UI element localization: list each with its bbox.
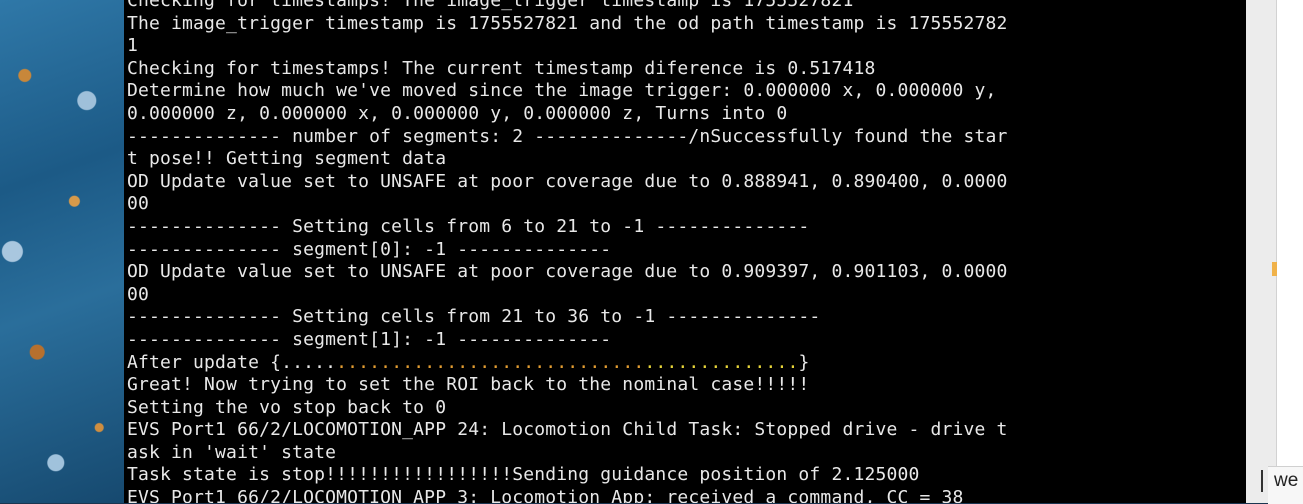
adjacent-window-accent: [1272, 262, 1277, 276]
adjacent-window-partial-text: we: [1274, 470, 1299, 491]
terminal-line: 00: [127, 283, 150, 305]
terminal-line: Great! Now trying to set the ROI back to…: [127, 374, 810, 396]
text-caret: [1261, 470, 1263, 492]
after-update-line: After update {..........................…: [127, 352, 809, 373]
terminal-line: -------------- number of segments: 2 ---…: [127, 125, 1008, 147]
adjacent-window-content: [1276, 0, 1303, 466]
progress-dots-orange: ............................: [336, 351, 645, 373]
terminal-line: 00: [127, 193, 150, 215]
progress-dots-white: .....: [281, 351, 337, 373]
after-update-suffix: }: [798, 351, 810, 373]
desktop-wallpaper: [0, 0, 124, 503]
terminal-line: 1: [127, 35, 139, 57]
terminal-line: The image_trigger timestamp is 175552782…: [127, 12, 1008, 34]
terminal-output: Checking for timestamps! The image_trigg…: [124, 0, 1246, 503]
terminal-line: Determine how much we've moved since the…: [127, 80, 997, 102]
terminal-line: 0.000000 z, 0.000000 x, 0.000000 y, 0.00…: [127, 102, 788, 124]
terminal-window[interactable]: Checking for timestamps! The image_trigg…: [124, 0, 1246, 503]
terminal-line: -------------- segment[0]: -1 ----------…: [127, 238, 612, 260]
terminal-line: ask in 'wait' state: [127, 441, 337, 463]
terminal-line: Checking for timestamps! The current tim…: [127, 57, 876, 79]
after-update-prefix: After update {: [127, 351, 282, 373]
terminal-line: -------------- Setting cells from 6 to 2…: [127, 215, 810, 237]
progress-dots-yellow: ..............: [644, 351, 799, 373]
terminal-line: -------------- segment[1]: -1 ----------…: [127, 328, 612, 350]
terminal-line: t pose!! Getting segment data: [127, 148, 447, 170]
terminal-line: Checking for timestamps! The image_trigg…: [127, 0, 854, 11]
terminal-line: Setting the vo stop back to 0: [127, 396, 447, 418]
terminal-line: OD Update value set to UNSAFE at poor co…: [127, 170, 1008, 192]
terminal-line: OD Update value set to UNSAFE at poor co…: [127, 261, 1008, 283]
terminal-line: EVS Port1 66/2/LOCOMOTION_APP 24: Locomo…: [127, 419, 1008, 441]
terminal-line: -------------- Setting cells from 21 to …: [127, 306, 821, 328]
terminal-line: EVS Port1 66/2/LOCOMOTION_APP 3: Locomot…: [127, 487, 964, 503]
terminal-line: Task state is stop!!!!!!!!!!!!!!!!!Sendi…: [127, 464, 920, 486]
